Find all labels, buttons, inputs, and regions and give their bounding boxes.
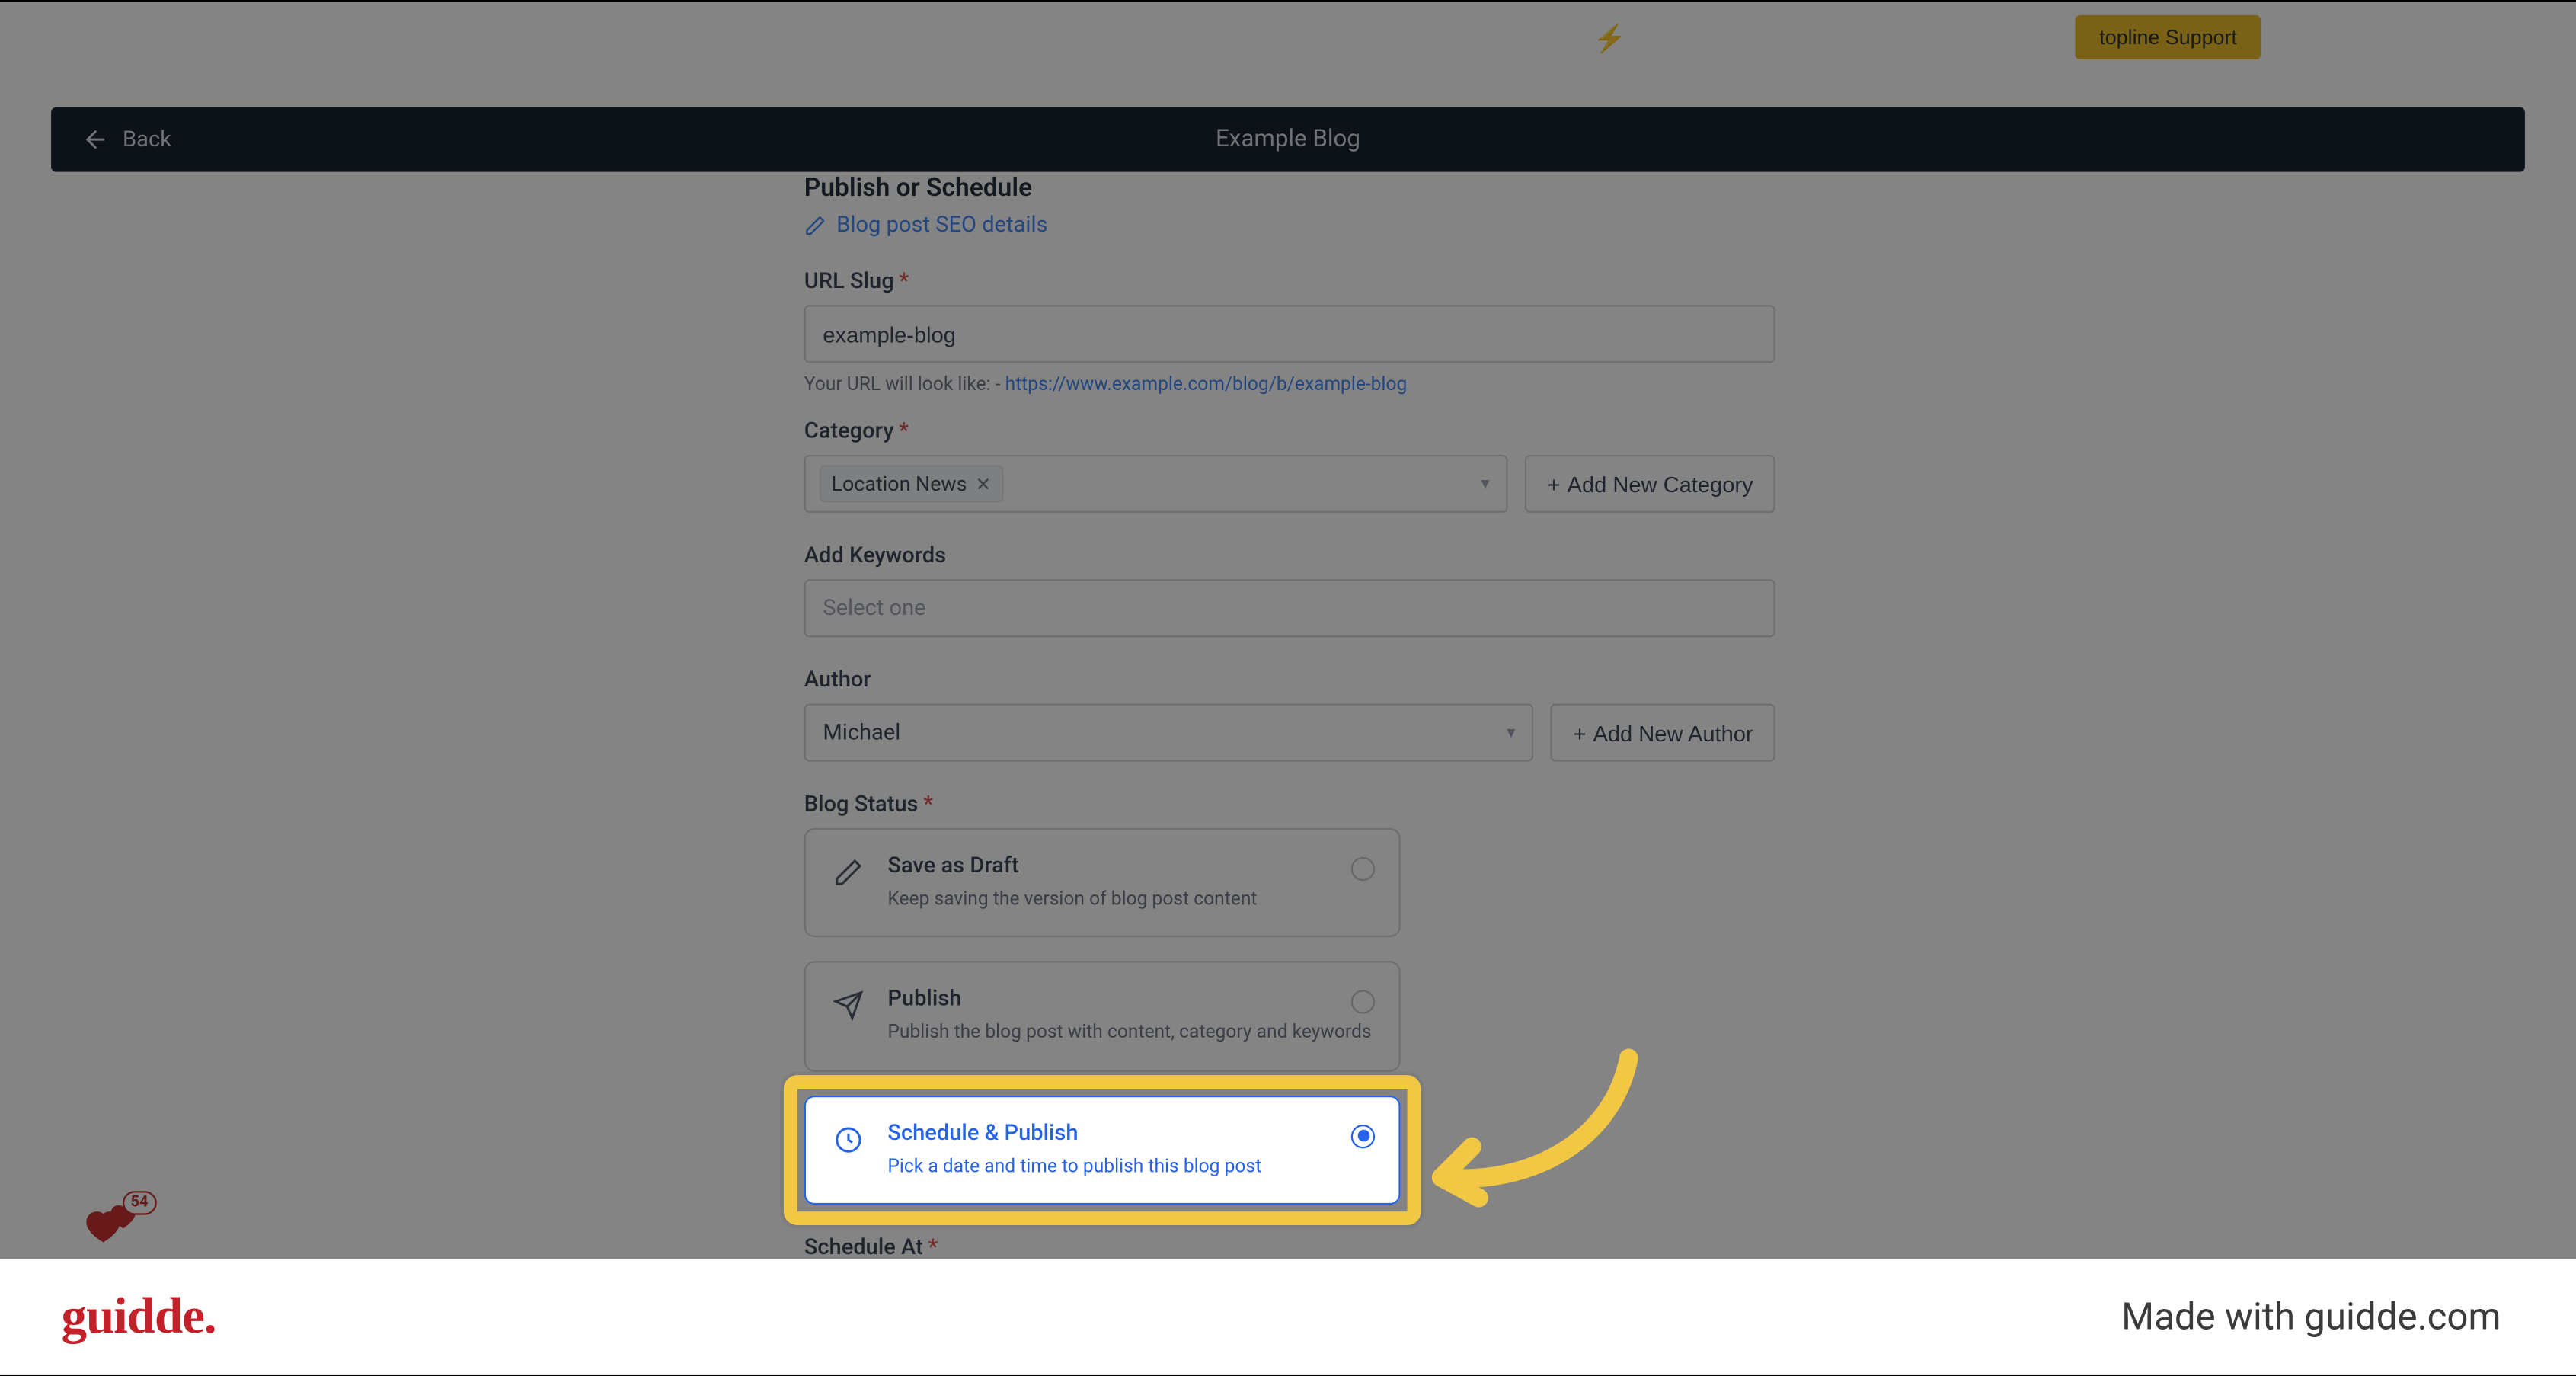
url-preview-link[interactable]: https://www.example.com/blog/b/example-b… [1005,373,1408,395]
hearts-count-badge: 54 [122,1191,156,1214]
option-desc: Publish the blog post with content, cate… [887,1019,1371,1045]
send-icon [833,990,864,1021]
support-button[interactable]: topline Support [2076,14,2261,59]
add-category-button[interactable]: + Add New Category [1526,455,1775,513]
option-desc: Keep saving the version of blog post con… [887,885,1257,911]
url-slug-field: URL Slug* Your URL will look like: - htt… [804,269,1775,395]
pencil-icon [833,856,864,887]
page-title: Example Blog [1216,126,1360,153]
page-header-bar: Back Example Blog [51,107,2525,171]
highlight-cutout: Schedule & Publish Pick a date and time … [804,1095,1401,1205]
add-author-button[interactable]: + Add New Author [1551,703,1775,761]
category-label: Category* [804,419,1775,445]
url-slug-hint: Your URL will look like: - https://www.e… [804,373,1775,395]
required-marker: * [923,792,933,818]
author-label: Author [804,667,1775,693]
section-title: Publish or Schedule [804,171,1775,202]
seo-link-label: Blog post SEO details [836,213,1047,238]
option-title: Save as Draft [887,853,1257,879]
author-field: Author Michael ▾ + Add New Author [804,667,1775,761]
url-slug-input[interactable] [804,305,1775,363]
status-option-publish[interactable]: Publish Publish the blog post with conte… [804,962,1401,1071]
arrow-left-icon [81,126,109,153]
url-slug-label: URL Slug* [804,269,1775,295]
guidde-credit: Made with guidde.com [2121,1295,2501,1338]
option-title: Publish [887,987,1371,1013]
category-select[interactable]: Location News ✕ ▾ [804,455,1508,513]
remove-chip-icon[interactable]: ✕ [976,472,992,494]
back-button[interactable]: Back [81,126,171,153]
radio-indicator [1351,1124,1375,1147]
guidde-logo: guidde. [62,1288,216,1346]
category-chip: Location News ✕ [820,465,1003,502]
top-utility-bar: ⚡ topline Support [0,2,2576,69]
bolt-icon: ⚡ [1593,21,1627,53]
blog-status-label: Blog Status* [804,792,1775,818]
back-label: Back [123,126,171,152]
clock-icon [833,1124,864,1154]
hearts-widget[interactable]: 54 [81,1201,143,1259]
author-select[interactable]: Michael ▾ [804,703,1534,761]
pencil-icon [804,214,826,236]
guidde-footer: guidde. Made with guidde.com [0,1259,2576,1374]
required-marker: * [899,269,909,295]
seo-details-link[interactable]: Blog post SEO details [804,213,1775,238]
chevron-down-icon: ▾ [1481,474,1489,493]
required-marker: * [928,1235,938,1261]
status-option-draft[interactable]: Save as Draft Keep saving the version of… [804,827,1401,937]
schedule-at-label: Schedule At* [804,1235,1775,1261]
required-marker: * [899,419,909,445]
plus-icon: + [1548,471,1561,497]
plus-icon: + [1574,719,1587,745]
keywords-field: Add Keywords Select one [804,543,1775,637]
status-option-schedule[interactable]: Schedule & Publish Pick a date and time … [804,1095,1401,1205]
option-desc: Pick a date and time to publish this blo… [887,1153,1261,1179]
keywords-select[interactable]: Select one [804,579,1775,637]
option-title: Schedule & Publish [887,1121,1261,1147]
chevron-down-icon: ▾ [1507,723,1515,742]
schedule-at-field: Schedule At* [804,1235,1775,1261]
keywords-label: Add Keywords [804,543,1775,569]
radio-indicator [1351,856,1375,880]
category-field: Category* Location News ✕ ▾ + Add New Ca… [804,419,1775,513]
